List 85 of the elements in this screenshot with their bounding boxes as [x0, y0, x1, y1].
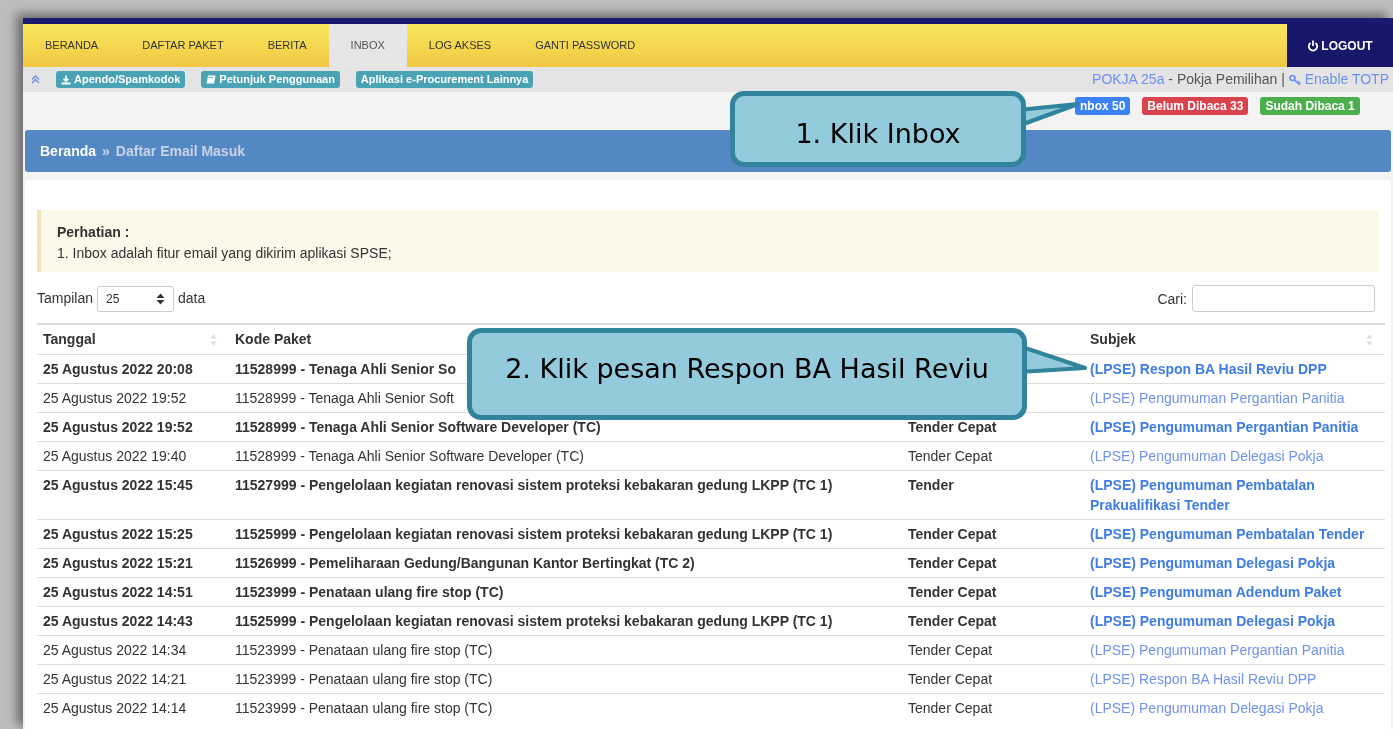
- subject-link[interactable]: (LPSE) Pengumuman Pembatalan Prakualifikasi Tender: [1090, 475, 1379, 515]
- count-badge[interactable]: Belum Dibaca 33: [1142, 97, 1249, 115]
- totp-link[interactable]: Enable TOTP: [1288, 69, 1389, 90]
- table-cell: 11523999 - Penataan ulang fire stop (TC): [235, 584, 504, 600]
- table-cell-text: 25 Agustus 2022 14:14: [42, 699, 188, 718]
- power-icon: [1307, 39, 1320, 52]
- column-header[interactable]: Subjek: [1090, 329, 1136, 350]
- table-cell: 11525999 - Pengelolaan kegiatan renovasi sistem proteksi kebakaran gedung LKPP (TC 1): [235, 526, 833, 542]
- table-cell-text: Tender Cepat: [907, 699, 994, 718]
- table-cell: 11528999 - Tenaga Ahli Senior Software Developer (TC): [235, 448, 584, 464]
- nav-tab[interactable]: LOG AKSES: [406, 24, 514, 67]
- count-badge[interactable]: nbox 50: [1075, 97, 1131, 115]
- table-cell: 11528999 - Tenaga Ahli Senior Software Developer (TC): [235, 419, 601, 435]
- nav-tab[interactable]: BERANDA: [23, 24, 121, 67]
- column-header[interactable]: Kode Paket: [235, 329, 312, 350]
- toolbar-button[interactable]: Apendo/Spamkodok: [56, 71, 186, 88]
- table-cell-text: 25 Agustus 2022 15:25: [42, 525, 194, 544]
- table-cell-text: 25 Agustus 2022 15:45: [42, 476, 194, 495]
- toolbar-button[interactable]: Aplikasi e-Procurement Lainnya: [355, 71, 534, 88]
- table-cell-text: Tender Cepat: [907, 612, 998, 631]
- up-down-caret-icon: [156, 292, 166, 305]
- table-cell-text: 25 Agustus 2022 14:34: [42, 641, 188, 660]
- table-cell-text: Tender Cepat: [907, 583, 998, 602]
- table-cell-text: 25 Agustus 2022 19:40: [42, 447, 188, 466]
- table-cell-text: 25 Agustus 2022 15:21: [42, 554, 194, 573]
- page-size-label: Tampilan: [37, 289, 94, 308]
- table-cell-text: Tender: [907, 476, 955, 495]
- table-cell-text: Tender Cepat: [907, 447, 994, 466]
- count-badge[interactable]: Sudah Dibaca 1: [1260, 97, 1360, 115]
- table-cell: 11528999 - Tenaga Ahli Senior So: [235, 361, 456, 377]
- table-cell-text: Tender Cepat: [907, 641, 994, 660]
- table-cell-text: 25 Agustus 2022 14:21: [42, 670, 188, 689]
- table-cell-text: Tender Cepat: [907, 418, 998, 437]
- subject-link[interactable]: (LPSE) Pengumuman Delegasi Pokja: [1090, 553, 1336, 573]
- subject-link[interactable]: (LPSE) Respon BA Hasil Reviu DPP: [1090, 669, 1317, 689]
- notice-text: 1. Inbox adalah fitur email yang dikirim aplikasi SPSE;: [57, 244, 393, 263]
- double-chevron-up-icon[interactable]: [31, 75, 40, 84]
- logout-button[interactable]: LOGOUT: [1287, 24, 1393, 67]
- nav-tab[interactable]: DAFTAR PAKET: [120, 24, 246, 67]
- subject-link[interactable]: (LPSE) Pengumuman Adendum Paket: [1090, 582, 1342, 602]
- key-icon: [1288, 73, 1302, 86]
- nav-tab[interactable]: GANTI PASSWORD: [513, 24, 658, 67]
- search-field[interactable]: [1192, 285, 1375, 312]
- subject-link[interactable]: (LPSE) Pengumuman Delegasi Pokja: [1090, 611, 1336, 631]
- subject-link[interactable]: (LPSE) Pengumuman Pergantian Panitia: [1090, 417, 1359, 437]
- table-cell-text: 25 Agustus 2022 19:52: [42, 418, 194, 437]
- table-cell: 11523999 - Penataan ulang fire stop (TC): [235, 671, 493, 687]
- table-cell-text: 25 Agustus 2022 20:08: [42, 360, 194, 379]
- breadcrumb-current: Daftar Email Masuk: [115, 141, 245, 161]
- subject-link[interactable]: (LPSE) Respon BA Hasil Reviu DPP: [1090, 359, 1327, 379]
- table-cell-text: 25 Agustus 2022 14:51: [42, 583, 194, 602]
- toolbar-button[interactable]: Petunjuk Penggunaan: [201, 71, 340, 88]
- page-size-select[interactable]: 25: [97, 285, 175, 312]
- subject-link[interactable]: (LPSE) Pengumuman Delegasi Pokja: [1090, 698, 1324, 718]
- breadcrumb-separator: »: [102, 141, 110, 161]
- table-cell-text: Tender Cepat: [907, 554, 998, 573]
- column-header[interactable]: Tanggal: [43, 329, 96, 350]
- search-label: Cari:: [1157, 290, 1187, 309]
- notice-title: Perhatian :: [57, 223, 131, 242]
- page-size-suffix: data: [178, 289, 206, 308]
- subject-link[interactable]: (LPSE) Pengumuman Pembatalan Tender: [1090, 524, 1365, 544]
- table-cell: 11525999 - Pengelolaan kegiatan renovasi sistem proteksi kebakaran gedung LKPP (TC 1): [235, 613, 833, 629]
- table-cell-text: 25 Agustus 2022 19:52: [42, 389, 188, 408]
- subject-link[interactable]: (LPSE) Pengumuman Pergantian Panitia: [1090, 640, 1345, 660]
- nav-tab[interactable]: BERITA: [245, 24, 329, 67]
- sort-icon[interactable]: [210, 333, 217, 346]
- table-cell: 11527999 - Pengelolaan kegiatan renovasi sistem proteksi kebakaran gedung LKPP (TC 1): [235, 477, 833, 493]
- table-cell: 11523999 - Penataan ulang fire stop (TC): [235, 642, 493, 658]
- table-cell-text: Tender Cepat: [907, 670, 994, 689]
- callout: 2. Klik pesan Respon BA Hasil Reviu: [467, 328, 1027, 420]
- table-cell: 11523999 - Penataan ulang fire stop (TC): [235, 700, 493, 716]
- subject-link[interactable]: (LPSE) Pengumuman Delegasi Pokja: [1090, 446, 1324, 466]
- sort-icon[interactable]: [1366, 333, 1373, 346]
- table-cell: 11528999 - Tenaga Ahli Senior Soft: [235, 390, 454, 406]
- table-cell-text: 25 Agustus 2022 14:43: [42, 612, 194, 631]
- table-cell-text: Tender Cepat: [907, 525, 998, 544]
- download-icon: [61, 74, 71, 85]
- breadcrumb-link[interactable]: Beranda: [40, 140, 97, 162]
- nav-tab[interactable]: INBOX: [328, 24, 407, 67]
- book-icon: [206, 74, 217, 85]
- user-role: - Pokja Pemilihan |: [1167, 70, 1286, 89]
- subject-link[interactable]: (LPSE) Pengumuman Pergantian Panitia: [1090, 388, 1345, 408]
- callout: 1. Klik Inbox: [730, 91, 1026, 167]
- table-cell: 11526999 - Pemeliharaan Gedung/Bangunan Kantor Bertingkat (TC 2): [235, 555, 695, 571]
- user-link[interactable]: POKJA 25a: [1092, 69, 1165, 90]
